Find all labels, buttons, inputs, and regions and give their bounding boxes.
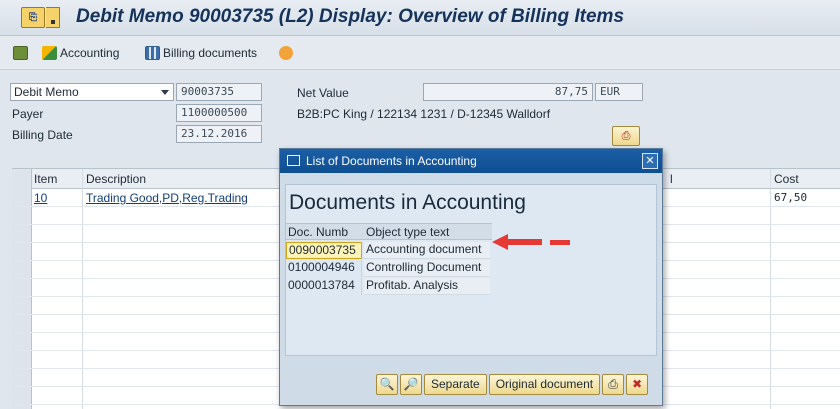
refresh-button[interactable] bbox=[279, 44, 296, 62]
search-icon: 🔍 bbox=[379, 377, 395, 391]
search-next-button[interactable]: 🔎 bbox=[400, 374, 422, 395]
refresh-icon bbox=[279, 46, 293, 60]
billing-date-field[interactable]: 23.12.2016 bbox=[176, 125, 262, 143]
dialog-body: Documents in Accounting Doc. Numb Object… bbox=[285, 184, 657, 356]
close-icon[interactable]: ✕ bbox=[642, 153, 658, 169]
cancel-button[interactable]: ✖ bbox=[626, 374, 649, 395]
accounting-documents-dialog: List of Documents in Accounting ✕ Docume… bbox=[279, 148, 663, 406]
payer-description: B2B:PC King / 122134 1231 / D-12345 Wall… bbox=[297, 107, 551, 121]
item-cost: 67,50 bbox=[774, 191, 808, 204]
col-description[interactable]: Description bbox=[86, 172, 146, 186]
item-number-link[interactable]: 10 bbox=[34, 191, 47, 205]
search-next-icon: 🔎 bbox=[403, 377, 419, 391]
billing-documents-label: Billing documents bbox=[163, 46, 258, 60]
col-doc-number[interactable]: Doc. Numb bbox=[288, 225, 348, 239]
object-type-cell[interactable]: Controlling Document bbox=[364, 260, 490, 277]
doc-number-cell[interactable]: 0090003735 bbox=[286, 242, 362, 259]
separate-button[interactable]: Separate bbox=[424, 374, 487, 395]
chevron-down-icon bbox=[161, 90, 169, 95]
title-bar: ⎘ Debit Memo 90003735 (L2) Display: Over… bbox=[0, 0, 840, 36]
accounting-label: Accounting bbox=[60, 46, 120, 60]
col-object-type[interactable]: Object type text bbox=[366, 225, 449, 239]
net-value-label: Net Value bbox=[297, 86, 349, 100]
partner-details-button[interactable]: ⎙ bbox=[612, 126, 640, 146]
menu-dropdown-icon[interactable] bbox=[46, 7, 60, 28]
page-title: Debit Memo 90003735 (L2) Display: Overvi… bbox=[76, 6, 625, 27]
payer-field[interactable]: 1100000500 bbox=[176, 104, 262, 122]
billing-documents-button[interactable]: Billing documents bbox=[145, 44, 257, 62]
window-icon bbox=[287, 155, 300, 166]
accounting-button[interactable]: Accounting bbox=[42, 44, 119, 62]
dialog-heading: Documents in Accounting bbox=[289, 191, 526, 214]
sap-menu-icon[interactable]: ⎘ bbox=[21, 7, 45, 28]
list-item[interactable]: 0000013784 Profitab. Analysis bbox=[286, 277, 492, 295]
table-icon bbox=[145, 46, 160, 60]
document-flow-icon bbox=[13, 46, 28, 60]
col-item[interactable]: Item bbox=[34, 172, 57, 186]
doc-number-cell[interactable]: 0100004946 bbox=[286, 260, 362, 277]
cancel-icon: ✖ bbox=[632, 377, 643, 391]
net-value-field[interactable]: 87,75 bbox=[423, 83, 593, 101]
print-button[interactable]: ⎙ bbox=[602, 374, 625, 395]
list-item[interactable]: 0090003735 Accounting document bbox=[286, 241, 492, 259]
object-type-cell[interactable]: Profitab. Analysis bbox=[364, 278, 490, 295]
billing-date-label: Billing Date bbox=[12, 128, 73, 142]
partner-icon: ⎙ bbox=[621, 130, 631, 142]
accounting-icon bbox=[42, 46, 57, 60]
dialog-title-bar[interactable]: List of Documents in Accounting ✕ bbox=[280, 149, 662, 173]
documents-list-header: Doc. Numb Object type text bbox=[286, 223, 492, 240]
doc-number-cell[interactable]: 0000013784 bbox=[286, 278, 362, 295]
list-item[interactable]: 0100004946 Controlling Document bbox=[286, 259, 492, 277]
item-description-link[interactable]: Trading Good,PD,Reg.Trading bbox=[86, 191, 248, 205]
original-document-button[interactable]: Original document bbox=[488, 374, 601, 395]
application-toolbar: Accounting Billing documents bbox=[0, 36, 840, 70]
search-button[interactable]: 🔍 bbox=[376, 374, 398, 395]
doc-number-field[interactable]: 90003735 bbox=[176, 83, 262, 101]
print-icon: ⎙ bbox=[608, 377, 618, 391]
doc-type-select[interactable]: Debit Memo bbox=[10, 83, 174, 101]
payer-label: Payer bbox=[12, 107, 44, 121]
currency-field[interactable]: EUR bbox=[595, 83, 643, 101]
dialog-footer: 🔍 🔎 Separate Original document ⎙ ✖ bbox=[376, 374, 649, 396]
object-type-cell[interactable]: Accounting document bbox=[364, 242, 490, 259]
doc-type-value: Debit Memo bbox=[14, 85, 79, 99]
dialog-title: List of Documents in Accounting bbox=[306, 154, 477, 168]
display-document-flow-button[interactable] bbox=[13, 44, 31, 62]
col-cost[interactable]: Cost bbox=[774, 172, 799, 186]
col-partial[interactable]: l bbox=[670, 172, 673, 186]
annotation-arrow-icon bbox=[492, 234, 570, 250]
